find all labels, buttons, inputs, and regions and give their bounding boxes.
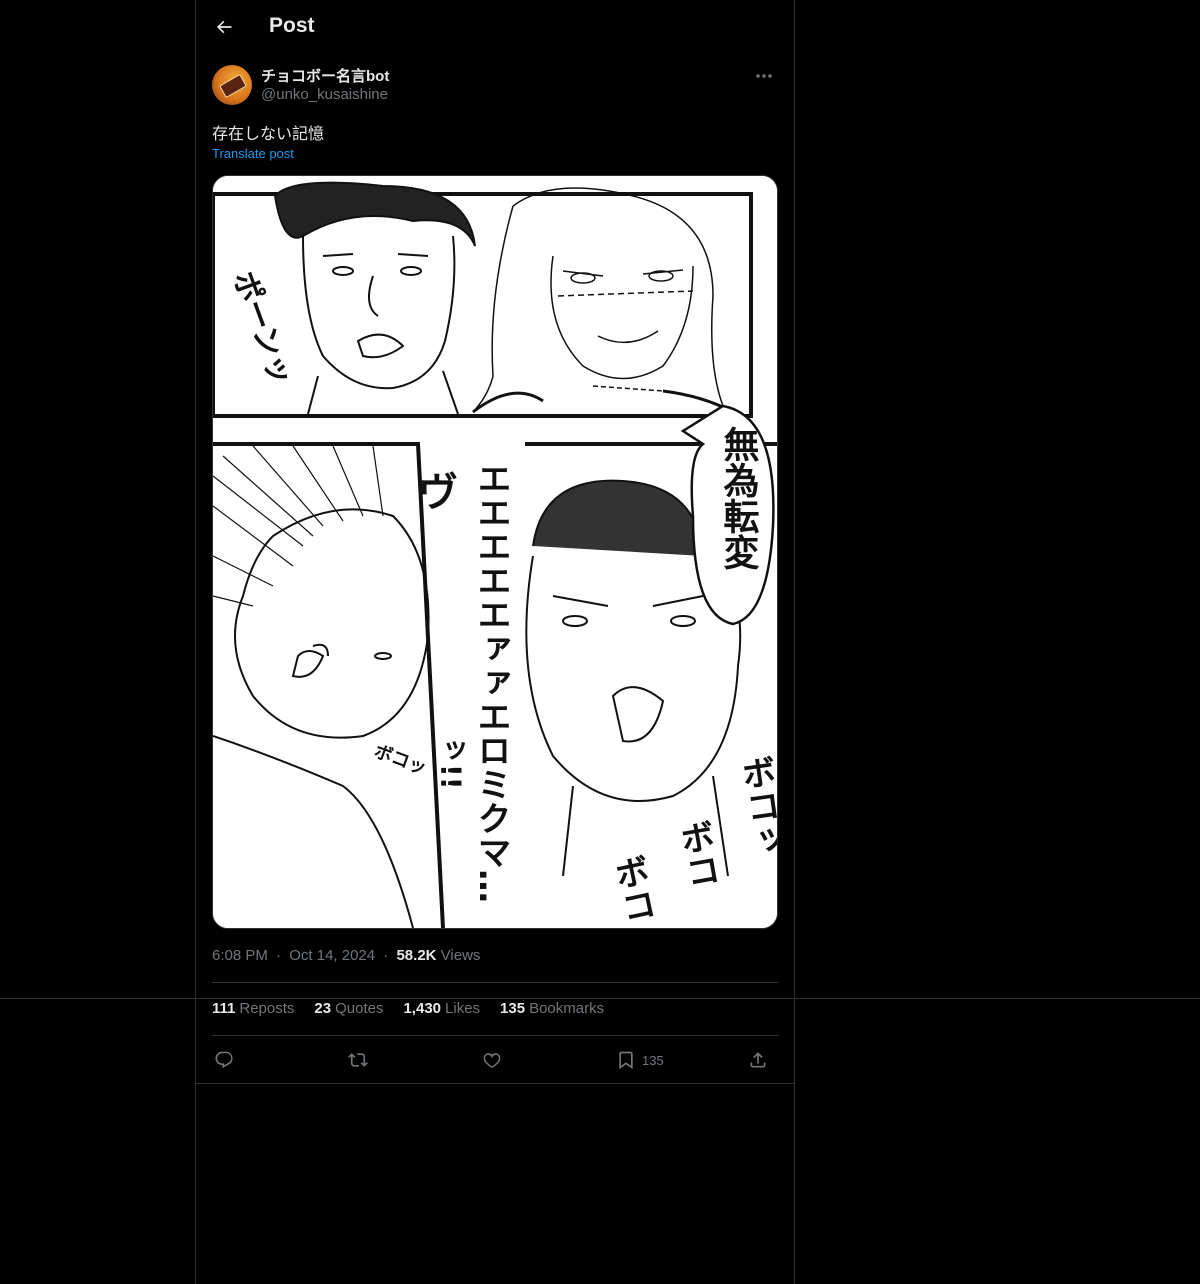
share-button[interactable] <box>748 1047 768 1073</box>
post-date[interactable]: Oct 14, 2024 <box>289 947 375 964</box>
views-count: 58.2K <box>396 947 437 964</box>
post-header: Post <box>196 0 794 54</box>
views-label: Views <box>440 947 481 964</box>
divider <box>212 982 778 983</box>
post-image[interactable]: ポーンッ ヴ エエエエエァァエロミクマ… ッ!! ボコッ 無為転変 ボコッ ボコ… <box>212 175 778 929</box>
reposts-stat[interactable]: 111 Reposts <box>212 1000 294 1017</box>
avatar[interactable] <box>212 65 252 105</box>
more-options-button[interactable] <box>752 66 776 86</box>
meta-separator: · <box>276 947 282 964</box>
post-author: チョコボー名言bot @unko_kusaishine <box>212 64 778 108</box>
sfx-exclaim: ッ!! <box>435 736 468 790</box>
sfx-scream: エエエエエァァエロミクマ… <box>471 461 511 903</box>
likes-count: 1,430 <box>403 1000 442 1017</box>
bookmarks-count: 135 <box>500 1000 526 1017</box>
reply-icon <box>215 1051 233 1069</box>
post-stats: 111 Reposts 23 Quotes 1,430 Likes 135 Bookma… <box>212 1000 604 1017</box>
repost-icon <box>348 1053 368 1067</box>
back-button[interactable] <box>210 13 238 41</box>
page-title: Post <box>269 14 315 37</box>
post-text: 存在しない記憶 <box>212 126 325 143</box>
meta-separator: · <box>383 947 389 964</box>
likes-label: Likes <box>445 1000 481 1017</box>
quotes-count: 23 <box>314 1000 332 1017</box>
post-meta: 6:08 PM · Oct 14, 2024 · 58.2K Views <box>212 947 480 964</box>
quotes-label: Quotes <box>335 1000 384 1017</box>
share-icon <box>750 1052 766 1068</box>
quotes-stat[interactable]: 23 Quotes <box>314 1000 383 1017</box>
bookmarks-label: Bookmarks <box>529 1000 605 1017</box>
arrow-left-icon <box>217 20 232 34</box>
likes-stat[interactable]: 1,430 Likes <box>403 1000 480 1017</box>
like-button[interactable] <box>482 1047 502 1073</box>
reposts-label: Reposts <box>239 1000 295 1017</box>
sfx-vu: ヴ <box>418 470 458 516</box>
bookmark-icon <box>619 1051 633 1070</box>
bookmarks-stat[interactable]: 135 Bookmarks <box>500 1000 604 1017</box>
divider <box>196 1083 794 1084</box>
repost-button[interactable] <box>348 1047 368 1073</box>
action-bar: 135 <box>212 1045 778 1075</box>
author-name[interactable]: チョコボー名言bot <box>261 65 389 86</box>
heart-icon <box>483 1053 501 1069</box>
bookmark-button[interactable]: 135 <box>616 1047 664 1073</box>
reply-button[interactable] <box>214 1047 234 1073</box>
speech-bubble-text: 無為転変 <box>718 426 760 570</box>
more-horizontal-icon <box>756 74 772 78</box>
divider <box>212 1035 778 1036</box>
manga-illustration: ポーンッ ヴ エエエエエァァエロミクマ… ッ!! ボコッ 無為転変 ボコッ ボコ… <box>213 176 777 928</box>
reposts-count: 111 <box>212 1000 236 1017</box>
bookmark-count: 135 <box>642 1052 664 1068</box>
author-handle[interactable]: @unko_kusaishine <box>261 86 388 103</box>
post-time[interactable]: 6:08 PM <box>212 947 268 964</box>
translate-post-link[interactable]: Translate post <box>212 146 294 161</box>
main-column: Post チョコボー名言bot @unko_kusaishine 存在しない記憶… <box>195 0 795 1284</box>
